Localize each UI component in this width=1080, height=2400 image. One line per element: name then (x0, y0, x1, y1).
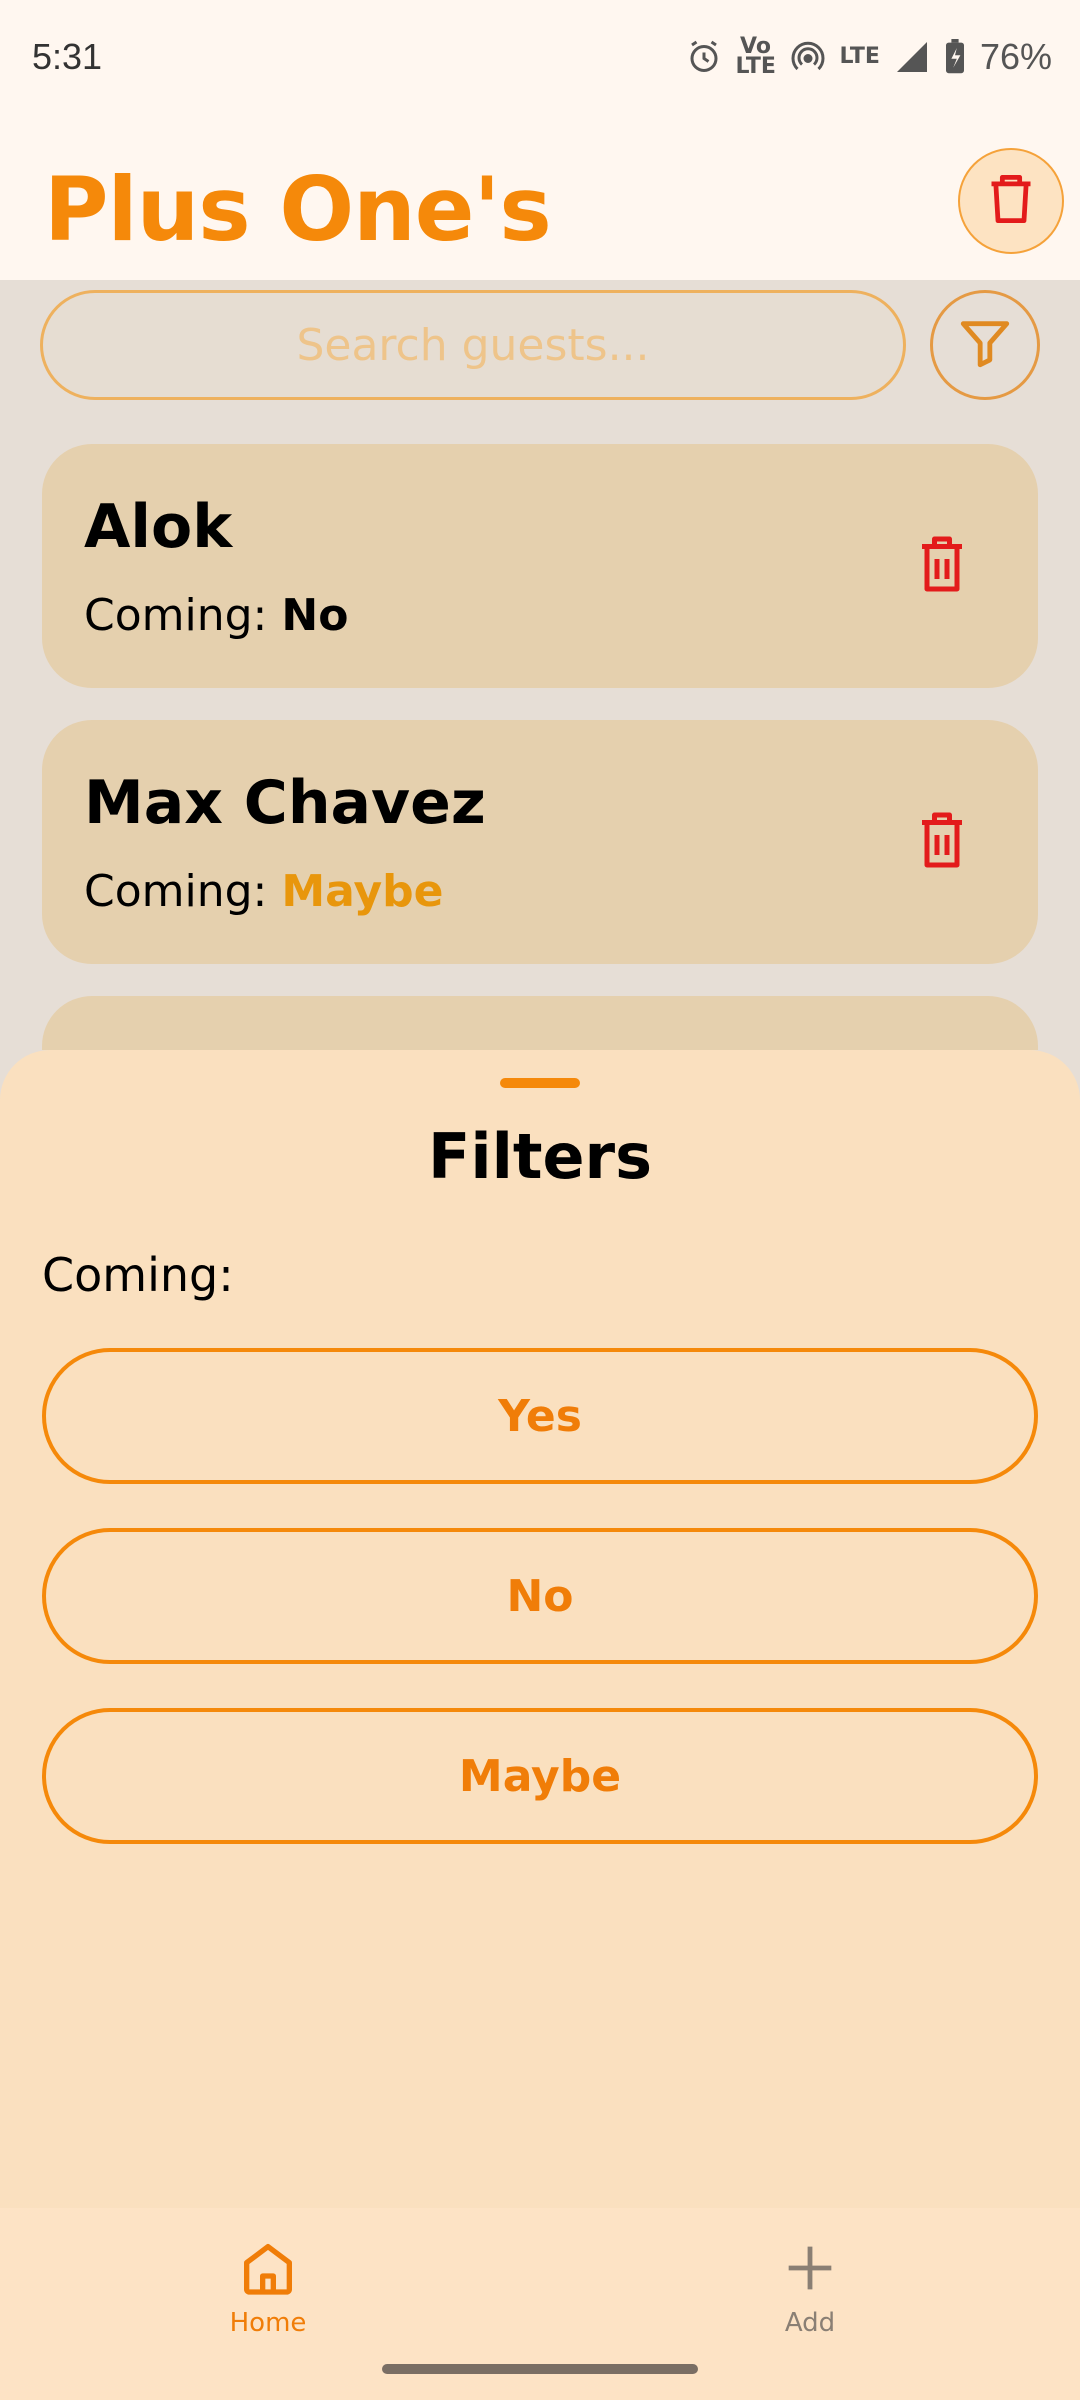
drag-handle[interactable] (500, 1078, 580, 1088)
trash-icon (917, 534, 967, 598)
guest-status-label: Coming: (84, 590, 268, 641)
hotspot-icon (790, 39, 826, 75)
filter-option-label: Maybe (458, 1750, 622, 1802)
status-icons: Vo LTE LTE 76% (686, 30, 1052, 84)
home-icon (236, 2236, 300, 2304)
guest-status: Coming: Maybe (84, 866, 444, 917)
signal-icon (894, 39, 930, 75)
delete-guest-button[interactable] (910, 534, 974, 598)
coming-filter-label: Coming: (42, 1248, 234, 1302)
alarm-icon (686, 39, 722, 75)
guest-card[interactable]: Alok Coming: No (42, 444, 1038, 688)
nav-label-add: Add (784, 2308, 836, 2338)
app-header: Plus One's (0, 120, 1080, 280)
delete-all-button[interactable] (958, 148, 1064, 254)
nav-item-home[interactable]: Home (168, 2236, 368, 2346)
guest-list-area: Search guests... Alok Coming: No Max Cha… (0, 280, 1080, 1050)
guest-card-partial[interactable] (42, 996, 1038, 1050)
battery-icon (944, 39, 966, 75)
bottom-nav: Home Add (0, 2208, 1080, 2400)
app-title: Plus One's (44, 158, 552, 261)
guest-name: Max Chavez (84, 768, 486, 838)
status-time: 5:31 (32, 36, 103, 77)
delete-guest-button[interactable] (910, 810, 974, 874)
trash-icon (985, 170, 1037, 232)
filter-icon (956, 314, 1014, 376)
search-input[interactable]: Search guests... (40, 290, 906, 400)
filter-yes-button[interactable]: Yes (42, 1348, 1038, 1484)
guest-status: Coming: No (84, 590, 348, 641)
filter-option-label: Yes (498, 1390, 582, 1442)
battery-percentage: 76% (979, 36, 1052, 77)
filters-bottom-sheet: Filters Coming: Yes No Maybe (0, 1050, 1080, 2208)
gesture-bar[interactable] (382, 2364, 698, 2374)
lte-icon: LTE (839, 44, 880, 69)
volte-icon: Vo LTE (735, 34, 776, 79)
sheet-title: Filters (427, 1120, 653, 1193)
filter-maybe-button[interactable]: Maybe (42, 1708, 1038, 1844)
guest-card[interactable]: Max Chavez Coming: Maybe (42, 720, 1038, 964)
trash-icon (917, 810, 967, 874)
guest-status-value: Maybe (281, 866, 444, 917)
filter-no-button[interactable]: No (42, 1528, 1038, 1664)
status-bar: 5:31 Vo LTE LTE 76% (0, 0, 1080, 120)
search-placeholder: Search guests... (296, 319, 650, 371)
plus-icon (778, 2236, 842, 2304)
filter-button[interactable] (930, 290, 1040, 400)
guest-name: Alok (84, 492, 233, 562)
guest-status-label: Coming: (84, 866, 268, 917)
guest-status-value: No (281, 590, 349, 641)
filter-option-label: No (506, 1570, 574, 1622)
nav-label-home: Home (229, 2308, 307, 2338)
nav-item-add[interactable]: Add (710, 2236, 910, 2346)
